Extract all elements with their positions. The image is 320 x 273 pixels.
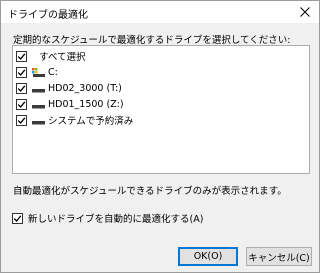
drive-icon [32,99,45,109]
ok-button[interactable]: OK(O) [178,247,238,266]
drive-item[interactable]: システムで予約済み [16,113,133,127]
optimize-drives-dialog: ドライブの最適化 定期的なスケジュールで最適化するドライブを選択してください: … [0,0,320,273]
checkmark-icon [17,52,26,60]
window-title: ドライブの最適化 [8,10,88,21]
drive-icon [32,83,45,93]
auto-optimize-checkbox[interactable] [12,212,23,224]
drive-checkbox[interactable] [16,82,27,94]
auto-optimize-label: 新しいドライブを自動的に最適化する(A) [28,214,204,225]
drive-label: システムで予約済み [48,116,134,127]
drive-label: HD01_1500 (Z:) [48,98,124,110]
cancel-button[interactable]: キャンセル(C) [246,247,312,266]
close-icon [300,7,310,17]
drive-icon [32,115,45,125]
drive-item[interactable]: HD02_3000 (T:) [16,81,122,95]
select-all-label: すべて選択 [39,52,86,63]
drive-item[interactable]: HD01_1500 (Z:) [16,97,124,111]
checkmark-icon [17,100,26,108]
instruction-text: 定期的なスケジュールで最適化するドライブを選択してください: [13,35,291,46]
close-button[interactable] [291,1,319,23]
title-bar: ドライブの最適化 [1,1,319,23]
drive-checkbox[interactable] [16,114,27,126]
checkmark-icon [17,116,26,124]
select-all-item[interactable]: すべて選択 [16,49,85,63]
drive-list[interactable]: すべて選択 C: HD02_3000 (T:) HD01_1500 (Z:) シ… [12,45,310,174]
auto-optimize-option[interactable]: 新しいドライブを自動的に最適化する(A) [12,211,203,225]
checkmark-icon [13,214,22,222]
checkmark-icon [17,84,26,92]
select-all-checkbox[interactable] [16,50,27,62]
drive-checkbox[interactable] [16,98,27,110]
drive-label: HD02_3000 (T:) [48,82,122,94]
checkmark-icon [17,68,26,76]
drive-item[interactable]: C: [16,65,58,79]
system-drive-icon [32,67,45,77]
info-text: 自動最適化がスケジュールできるドライブのみが表示されます。 [13,186,287,197]
drive-label: C: [48,66,58,78]
drive-checkbox[interactable] [16,66,27,78]
